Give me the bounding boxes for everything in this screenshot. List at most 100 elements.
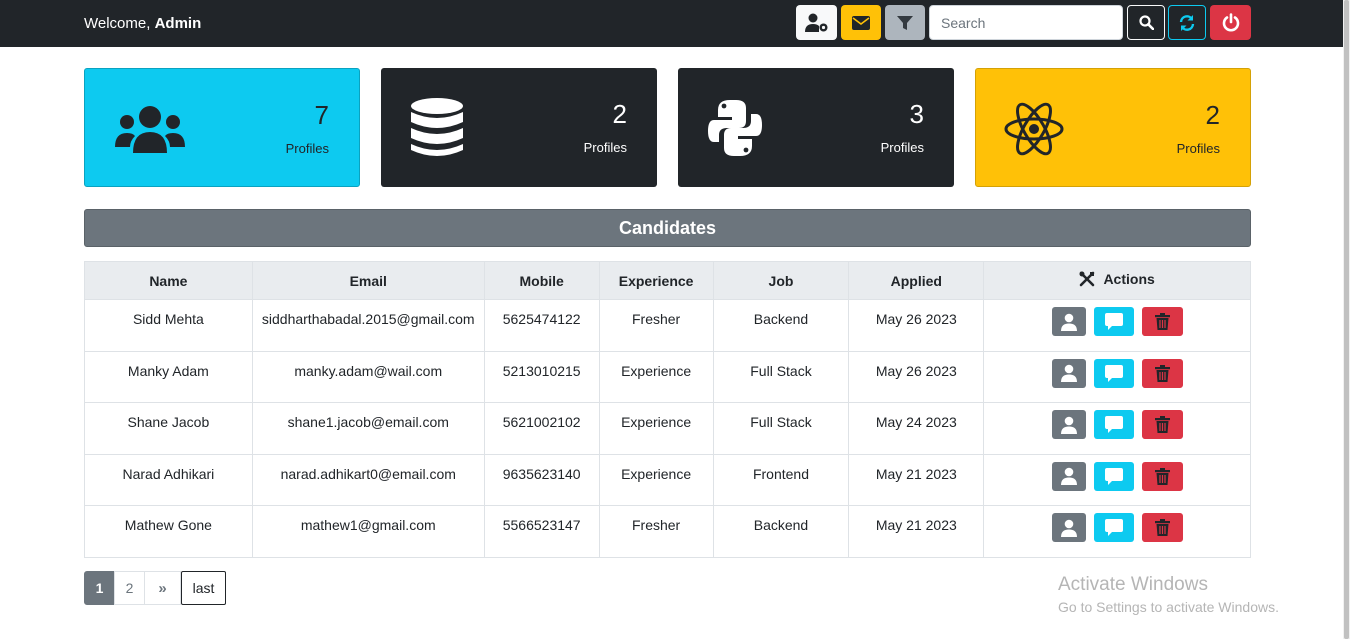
card-count: 2 (612, 99, 627, 129)
card-all-profiles[interactable]: 7 Profiles (84, 68, 360, 187)
cell-experience: Experience (598, 402, 714, 455)
user-gear-icon (804, 13, 827, 32)
row-actions (984, 461, 1250, 491)
cell-mobile: 9635623140 (483, 453, 600, 506)
trash-icon (1154, 467, 1170, 485)
cell-mobile: 5566523147 (483, 505, 600, 558)
scrollbar-thumb[interactable] (1344, 0, 1349, 639)
welcome-prefix: Welcome, (84, 15, 151, 32)
filter-button[interactable] (885, 5, 925, 40)
refresh-button[interactable] (1168, 5, 1206, 40)
cell-actions (983, 453, 1251, 506)
card-python-profiles[interactable]: 3 Profiles (678, 68, 954, 187)
next-page-link[interactable]: » (144, 571, 181, 605)
cell-job: Full Stack (712, 350, 850, 403)
column-header-experience: Experience (598, 261, 714, 300)
cell-mobile: 5213010215 (483, 350, 600, 403)
message-button[interactable] (1093, 307, 1134, 336)
cell-experience: Fresher (598, 299, 714, 352)
delete-button[interactable] (1141, 513, 1183, 542)
cell-actions (983, 350, 1251, 403)
refresh-icon (1179, 14, 1195, 31)
view-profile-button[interactable] (1051, 358, 1086, 388)
card-count: 3 (909, 99, 924, 129)
cell-applied: May 24 2023 (848, 402, 985, 455)
search-input[interactable] (929, 5, 1123, 40)
power-icon (1222, 13, 1239, 32)
mail-button[interactable] (841, 5, 881, 40)
row-actions (984, 513, 1250, 542)
logout-button[interactable] (1210, 5, 1251, 40)
message-button[interactable] (1093, 461, 1134, 491)
chat-icon (1104, 364, 1123, 382)
card-react-profiles[interactable]: 2 Profiles (975, 68, 1251, 187)
row-actions (984, 410, 1250, 439)
cell-applied: May 21 2023 (848, 505, 985, 558)
cell-name: Sidd Mehta (84, 299, 253, 352)
cell-email: shane1.jacob@email.com (251, 402, 485, 455)
envelope-icon (852, 15, 870, 30)
column-header-email: Email (251, 261, 485, 300)
activate-windows-subtitle: Go to Settings to activate Windows. (1058, 599, 1279, 615)
view-profile-button[interactable] (1051, 461, 1086, 491)
cell-job: Full Stack (712, 402, 850, 455)
table-row: Sidd Mehta siddharthabadal.2015@gmail.com… (84, 299, 1251, 352)
cell-job: Backend (712, 505, 850, 558)
search-button[interactable] (1127, 5, 1165, 40)
card-database-profiles[interactable]: 2 Profiles (381, 68, 657, 187)
page-2-link[interactable]: 2 (114, 571, 145, 605)
cell-actions (983, 299, 1251, 352)
pagination: 1 2 » last (84, 571, 226, 605)
cell-experience: Experience (598, 350, 714, 403)
actions-header-label: Actions (1103, 271, 1155, 287)
card-count: 2 (1205, 100, 1220, 130)
delete-button[interactable] (1141, 307, 1183, 336)
view-profile-button[interactable] (1051, 410, 1086, 439)
table-row: Narad Adhikari narad.adhikart0@email.com 9… (84, 453, 1251, 506)
cell-email: siddharthabadal.2015@gmail.com (251, 299, 485, 352)
message-button[interactable] (1093, 410, 1134, 439)
cell-email: narad.adhikart0@email.com (251, 453, 485, 506)
table-row: Manky Adam manky.adam@wail.com 5213010215 E… (84, 350, 1251, 403)
card-label: Profiles (285, 141, 329, 156)
cell-applied: May 26 2023 (848, 299, 985, 352)
candidates-table: Name Email Mobile Experience Job Applied… (84, 261, 1251, 558)
view-profile-button[interactable] (1051, 307, 1086, 336)
row-actions (984, 358, 1250, 388)
chat-icon (1104, 519, 1123, 536)
trash-icon (1154, 416, 1170, 433)
top-navbar: Welcome, Admin (0, 0, 1343, 47)
chat-icon (1104, 416, 1123, 433)
cell-name: Shane Jacob (84, 402, 253, 455)
card-label: Profiles (880, 140, 924, 155)
delete-button[interactable] (1141, 461, 1183, 491)
row-actions (984, 307, 1250, 336)
welcome-user: Admin (154, 15, 202, 32)
message-button[interactable] (1093, 358, 1134, 388)
message-button[interactable] (1093, 513, 1134, 542)
cell-applied: May 26 2023 (848, 350, 985, 403)
tools-icon (1079, 271, 1095, 287)
delete-button[interactable] (1141, 358, 1183, 388)
python-icon (708, 100, 762, 156)
cell-actions (983, 402, 1251, 455)
cell-job: Frontend (712, 453, 850, 506)
page-1-link[interactable]: 1 (84, 571, 115, 605)
view-profile-button[interactable] (1051, 513, 1086, 542)
delete-button[interactable] (1141, 410, 1183, 439)
card-count: 7 (314, 100, 329, 130)
cell-actions (983, 505, 1251, 558)
user-settings-button[interactable] (796, 5, 837, 40)
card-label: Profiles (583, 140, 627, 155)
column-header-job: Job (712, 261, 850, 300)
cell-email: manky.adam@wail.com (251, 350, 485, 403)
activate-windows-title: Activate Windows (1058, 574, 1208, 595)
cell-job: Backend (712, 299, 850, 352)
trash-icon (1154, 364, 1170, 382)
column-header-actions: Actions (983, 261, 1251, 300)
cell-experience: Experience (598, 453, 714, 506)
last-page-link[interactable]: last (181, 571, 226, 605)
profile-icon (1060, 467, 1077, 485)
cell-name: Mathew Gone (84, 505, 253, 558)
database-icon (411, 98, 463, 156)
